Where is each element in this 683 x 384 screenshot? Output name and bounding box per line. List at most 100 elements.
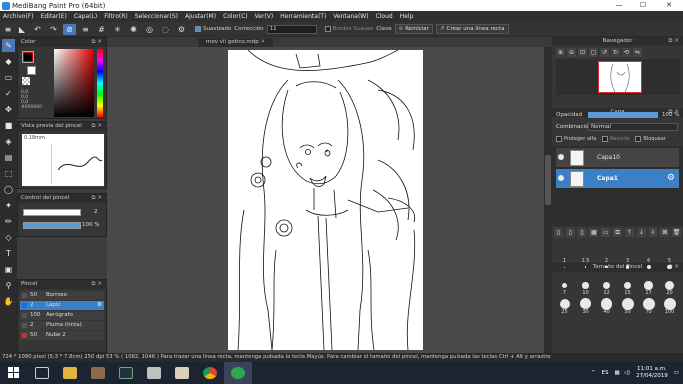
duplicate-icon[interactable]: ⧉ bbox=[613, 228, 622, 237]
language-indicator[interactable]: ES bbox=[602, 370, 609, 376]
brush-tool-icon[interactable]: ✎ bbox=[2, 39, 15, 52]
new-layer-1bit-icon[interactable]: ▯ bbox=[577, 228, 587, 237]
taskbar-explorer[interactable] bbox=[56, 362, 84, 384]
merge-icon[interactable]: ⇩ bbox=[648, 228, 658, 237]
lasso-tool-icon[interactable]: ◯ bbox=[2, 183, 15, 196]
brush-size-preset[interactable]: 1.5 bbox=[575, 258, 596, 275]
panel-controls-icon[interactable]: ⧉✕ bbox=[91, 194, 104, 203]
brush-size-preset[interactable]: 7 bbox=[554, 277, 575, 296]
snap-off-icon[interactable]: ⊘ bbox=[63, 23, 76, 35]
brush-size-preset[interactable]: 4 bbox=[638, 258, 659, 275]
eyedropper-tool-icon[interactable]: ⚲ bbox=[2, 279, 15, 292]
snap-cross-icon[interactable]: # bbox=[95, 24, 108, 35]
menu-editar[interactable]: Editar(E) bbox=[41, 13, 67, 20]
brush-size-preset[interactable]: 17 bbox=[638, 277, 659, 296]
brush-size-preset[interactable]: 2 bbox=[596, 258, 617, 275]
lock-checkbox[interactable] bbox=[635, 136, 642, 142]
new-layer-icon[interactable]: ▯ bbox=[554, 228, 563, 237]
drawing-canvas[interactable] bbox=[228, 50, 423, 350]
brush-size-preset[interactable]: 5 bbox=[659, 258, 680, 275]
navigator-view[interactable] bbox=[556, 59, 680, 95]
brush-size-preset[interactable]: 15 bbox=[617, 277, 638, 296]
brush-row[interactable]: 100 Aerógrafo bbox=[20, 311, 104, 320]
menu-herramienta[interactable]: Herramienta(T) bbox=[280, 13, 326, 20]
tab-close-icon[interactable]: ✕ bbox=[260, 39, 265, 45]
brush-row[interactable]: 50 Nube 2 bbox=[20, 331, 104, 340]
new-layer-8bit-icon[interactable]: ▯ bbox=[565, 228, 575, 237]
brush-size-preset[interactable]: 40 bbox=[596, 296, 617, 315]
menu-ajustar[interactable]: Ajustar(M) bbox=[185, 13, 216, 20]
taskbar-app-2[interactable] bbox=[84, 362, 112, 384]
brush-row[interactable]: 2 Pluma (tinta) bbox=[20, 321, 104, 330]
brush-size-preset[interactable]: 100 bbox=[659, 296, 680, 315]
visibility-eye-icon[interactable] bbox=[558, 154, 564, 160]
rect-tool-icon[interactable]: ▭ bbox=[2, 71, 15, 84]
menu-ventana[interactable]: Ventana(W) bbox=[333, 13, 368, 20]
correccion-select[interactable]: 11 bbox=[266, 24, 317, 34]
zoom-in-icon[interactable]: ⊕ bbox=[556, 48, 565, 57]
menu-cloud[interactable]: Cloud bbox=[376, 13, 393, 20]
eraser-tool-icon[interactable]: ◆ bbox=[2, 55, 15, 68]
brush-size-preset[interactable]: 12 bbox=[596, 277, 617, 296]
fit-icon[interactable]: ⊡ bbox=[578, 48, 587, 57]
notifications-icon[interactable]: ▭ bbox=[674, 370, 679, 376]
snap-parallel-icon[interactable]: ≡ bbox=[79, 24, 92, 35]
canvas-vertical-scrollbar[interactable] bbox=[544, 47, 552, 353]
brush-settings-icon[interactable]: ⚙ bbox=[97, 301, 102, 310]
check-tool-icon[interactable]: ✓ bbox=[2, 87, 15, 100]
undo-icon[interactable]: ↶ bbox=[31, 24, 44, 35]
select-pen-icon[interactable]: ✏ bbox=[2, 215, 15, 228]
taskbar-chrome[interactable] bbox=[196, 362, 224, 384]
panel-controls-icon[interactable]: ⧉✕ bbox=[91, 280, 104, 289]
brush-size-preset[interactable]: 70 bbox=[638, 296, 659, 315]
transparent-swatch[interactable] bbox=[22, 77, 30, 85]
zoom-out-icon[interactable]: ⊖ bbox=[567, 48, 576, 57]
clock[interactable]: 11:01 a.m. 27/04/2019 bbox=[636, 366, 668, 380]
foreground-swatch[interactable] bbox=[22, 51, 34, 63]
gradient-tool-icon[interactable]: ▤ bbox=[2, 151, 15, 164]
navigator-viewport[interactable] bbox=[598, 61, 642, 93]
panel-controls-icon[interactable]: ⧉✕ bbox=[668, 37, 681, 46]
suavizado-checkbox[interactable] bbox=[195, 26, 201, 32]
clear-icon[interactable]: ⊠ bbox=[660, 228, 670, 237]
move-down-icon[interactable]: ↓ bbox=[636, 228, 646, 237]
brush-size-preset[interactable]: 25 bbox=[554, 296, 575, 315]
brush-row[interactable]: 50 Borroso bbox=[20, 291, 104, 300]
rotate-right-icon[interactable]: ↻ bbox=[611, 48, 620, 57]
brush-size-preset[interactable]: 10 bbox=[575, 277, 596, 296]
linea-recta-button[interactable]: ↗ Crear una línea recta bbox=[435, 24, 509, 34]
panel-controls-icon[interactable]: ⧉✕ bbox=[91, 122, 104, 131]
layer-row-capa10[interactable]: Capa10 bbox=[556, 148, 679, 168]
background-swatch[interactable] bbox=[27, 66, 36, 75]
panel-tool-icon[interactable]: ▣ bbox=[2, 263, 15, 276]
menu-toggle-icon[interactable]: ≡ bbox=[3, 24, 13, 35]
hand-tool-icon[interactable]: ✋ bbox=[2, 295, 15, 308]
rotate-left-icon[interactable]: ↺ bbox=[600, 48, 609, 57]
brush-size-preset[interactable]: 20 bbox=[659, 277, 680, 296]
text-tool-icon[interactable]: T bbox=[2, 247, 15, 260]
volume-icon[interactable]: ◁) bbox=[624, 370, 630, 376]
brush-row[interactable]: 2 Lápiz ⚙ bbox=[20, 301, 104, 310]
brush-size-preset[interactable]: 50 bbox=[617, 296, 638, 315]
menu-help[interactable]: Help bbox=[400, 13, 414, 20]
taskbar-app-4[interactable] bbox=[140, 362, 168, 384]
snap-vanish-icon[interactable]: ✳ bbox=[111, 24, 124, 35]
menu-archivo[interactable]: Archivo(F) bbox=[3, 13, 34, 20]
move-tool-icon[interactable]: ✥ bbox=[2, 103, 15, 116]
taskview-button[interactable] bbox=[28, 362, 56, 384]
protect-alpha-checkbox[interactable] bbox=[556, 136, 562, 142]
actual-size-icon[interactable]: ▢ bbox=[589, 48, 598, 57]
panel-controls-icon[interactable]: ⧉✕ bbox=[91, 38, 104, 47]
maximize-button[interactable]: ☐ bbox=[631, 0, 655, 11]
halftone-layer-icon[interactable]: ▦ bbox=[589, 228, 599, 237]
snap-curve-icon[interactable]: ◌ bbox=[159, 24, 172, 35]
clip-checkbox[interactable] bbox=[602, 136, 609, 142]
close-button[interactable]: ✕ bbox=[655, 0, 683, 11]
visibility-eye-icon[interactable] bbox=[558, 175, 564, 181]
layer-row-capa1[interactable]: Capa1 ⚙ bbox=[556, 169, 679, 189]
fill-rect-icon[interactable]: ■ bbox=[2, 119, 15, 132]
blend-mode-select[interactable]: Normal bbox=[588, 123, 678, 131]
start-button[interactable] bbox=[0, 362, 28, 384]
delete-layer-icon[interactable]: 🗑 bbox=[672, 228, 681, 237]
layer-settings-icon[interactable]: ⚙ bbox=[667, 173, 675, 183]
